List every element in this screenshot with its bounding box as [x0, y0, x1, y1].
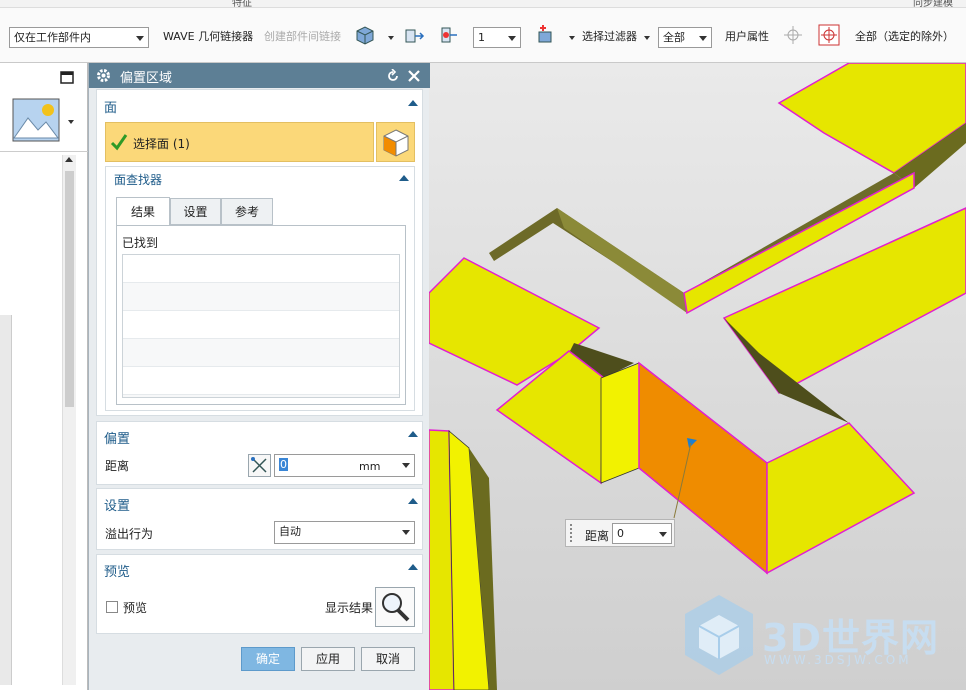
- chevron-down-icon[interactable]: [388, 36, 394, 40]
- show-result-button[interactable]: [375, 587, 415, 627]
- chevron-down-icon: [699, 36, 707, 41]
- face-section: 面 选择面 (1) 面查找器 结果 设置 参考 已找到: [96, 89, 423, 416]
- overflow-behavior-label: 溢出行为: [105, 527, 154, 541]
- collapse-caret-icon[interactable]: [408, 564, 418, 570]
- watermark-url: WWW.3DSJW.COM: [764, 653, 912, 667]
- dialog-title: 偏置区域: [120, 71, 173, 86]
- filter-type-value: 全部: [663, 31, 685, 44]
- preview-checkbox-label: 预览: [123, 601, 148, 615]
- apply-button[interactable]: 应用: [301, 647, 355, 671]
- collapse-caret-icon[interactable]: [408, 100, 418, 106]
- ribbon-group-strip: 特征 同步建模: [0, 0, 966, 9]
- results-panel: 已找到: [116, 225, 406, 405]
- distance-value: 0: [279, 458, 288, 471]
- level-select-value: 1: [478, 31, 485, 44]
- cancel-button[interactable]: 取消: [361, 647, 415, 671]
- graphics-viewport[interactable]: 距离 0 3D世界网 WWW.3DSJW.COM: [429, 63, 966, 690]
- point-snap-icon[interactable]: [782, 24, 804, 46]
- chevron-down-icon[interactable]: [68, 120, 74, 124]
- scope-select-value: 仅在工作部件内: [14, 31, 91, 44]
- drag-handle[interactable]: [570, 524, 574, 542]
- tab-settings[interactable]: 设置: [170, 198, 221, 225]
- panel-divider: [0, 151, 88, 152]
- onscreen-distance-input[interactable]: 0: [612, 523, 672, 544]
- offset-region-dialog: 偏置区域 面 选择面 (1) 面查找器 结果 设置 参考 已找到 偏置 距离 0…: [88, 63, 430, 690]
- select-face-label: 选择面 (1): [133, 137, 190, 151]
- chevron-down-icon: [136, 36, 144, 41]
- face-finder-header[interactable]: 面查找器: [114, 171, 162, 188]
- offset-section-header[interactable]: 偏置: [104, 428, 130, 447]
- face-section-header[interactable]: 面: [104, 97, 117, 116]
- selection-toolbar: 仅在工作部件内 WAVE 几何链接器 创建部件间链接 1 选择过滤器 全部 用户…: [0, 8, 966, 63]
- face-finder-group: 面查找器 结果 设置 参考 已找到: [105, 166, 415, 411]
- preview-section-header[interactable]: 预览: [104, 561, 130, 580]
- tab-settings-label: 设置: [183, 205, 208, 219]
- measure-button[interactable]: [248, 454, 271, 477]
- dialog-titlebar[interactable]: 偏置区域: [89, 63, 430, 88]
- chevron-down-icon: [402, 463, 410, 468]
- snap-edge-icon[interactable]: [437, 24, 459, 46]
- magnifier-icon: [382, 593, 410, 622]
- found-faces-list[interactable]: [122, 254, 400, 398]
- show-result-label: 显示结果: [325, 601, 374, 615]
- chevron-down-icon: [402, 530, 410, 535]
- distance-unit: mm: [359, 460, 381, 473]
- filter-type-select[interactable]: 全部: [658, 27, 712, 48]
- found-label: 已找到: [122, 236, 159, 250]
- chevron-down-icon: [659, 532, 667, 537]
- face-cube-icon: [383, 129, 409, 157]
- close-icon[interactable]: [407, 69, 421, 83]
- onscreen-input-box[interactable]: 距离 0: [565, 519, 675, 547]
- reset-icon[interactable]: [386, 69, 400, 83]
- tab-results[interactable]: 结果: [116, 197, 170, 226]
- maximize-icon[interactable]: [60, 71, 74, 84]
- selection-filter-label[interactable]: 选择过滤器: [582, 30, 637, 44]
- watermark-logo-icon: [685, 595, 753, 675]
- panel-scrollbar[interactable]: [62, 155, 76, 685]
- select-face-row[interactable]: 选择面 (1): [105, 122, 374, 162]
- measure-icon: [251, 457, 267, 473]
- collapsed-pane: [0, 315, 12, 685]
- preview-checkbox[interactable]: [106, 601, 118, 613]
- overflow-behavior-value: 自动: [279, 525, 301, 538]
- solid-body-icon[interactable]: [354, 24, 376, 46]
- distance-input[interactable]: 0 mm: [274, 454, 415, 477]
- face-select-button[interactable]: [376, 122, 415, 162]
- tab-reference-label: 参考: [234, 205, 259, 219]
- target-crosshair-icon[interactable]: [818, 24, 840, 46]
- scope-select[interactable]: 仅在工作部件内: [9, 27, 149, 48]
- collapse-caret-icon[interactable]: [399, 175, 409, 181]
- collapse-caret-icon[interactable]: [408, 431, 418, 437]
- snap-face-icon[interactable]: [403, 24, 425, 46]
- tab-reference[interactable]: 参考: [221, 198, 273, 225]
- checkmark-icon: [110, 134, 128, 151]
- level-select[interactable]: 1: [473, 27, 521, 48]
- selection-filter-icon[interactable]: [535, 23, 557, 45]
- settings-section-header[interactable]: 设置: [104, 495, 130, 514]
- gear-icon: [97, 69, 110, 82]
- resource-panel: [0, 63, 88, 690]
- wave-link-button[interactable]: WAVE 几何链接器: [163, 30, 253, 44]
- chevron-down-icon[interactable]: [644, 36, 650, 40]
- collapse-caret-icon[interactable]: [408, 498, 418, 504]
- user-attributes-button[interactable]: 用户属性: [725, 30, 769, 44]
- create-link-button[interactable]: 创建部件间链接: [264, 30, 341, 44]
- distance-label: 距离: [105, 459, 130, 473]
- tab-results-label: 结果: [130, 205, 155, 219]
- select-all-except-button[interactable]: 全部（选定的除外）: [855, 30, 954, 44]
- chevron-down-icon: [508, 36, 516, 41]
- preview-section: 预览 预览 显示结果: [96, 554, 423, 634]
- onscreen-distance-label: 距离: [585, 529, 610, 543]
- chevron-down-icon[interactable]: [569, 36, 575, 40]
- scroll-thumb[interactable]: [65, 171, 74, 407]
- overflow-behavior-select[interactable]: 自动: [274, 521, 415, 544]
- offset-section: 偏置 距离 0 mm: [96, 421, 423, 485]
- scroll-up-arrow[interactable]: [65, 157, 73, 162]
- ok-button[interactable]: 确定: [241, 647, 295, 671]
- settings-section: 设置 溢出行为 自动: [96, 488, 423, 550]
- background-image-icon[interactable]: [12, 98, 60, 142]
- onscreen-distance-value: 0: [617, 527, 624, 540]
